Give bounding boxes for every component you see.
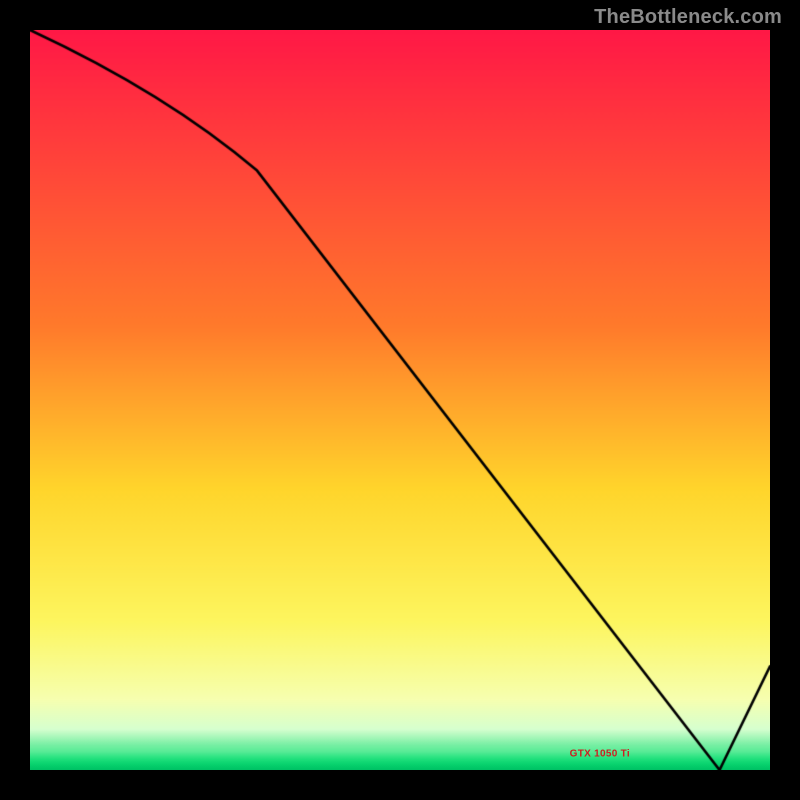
chart-frame: TheBottleneck.com GTX 1050 Ti (0, 0, 800, 800)
chart-canvas (30, 30, 770, 770)
plot-area: GTX 1050 Ti (30, 30, 770, 770)
watermark-text: TheBottleneck.com (594, 6, 782, 29)
